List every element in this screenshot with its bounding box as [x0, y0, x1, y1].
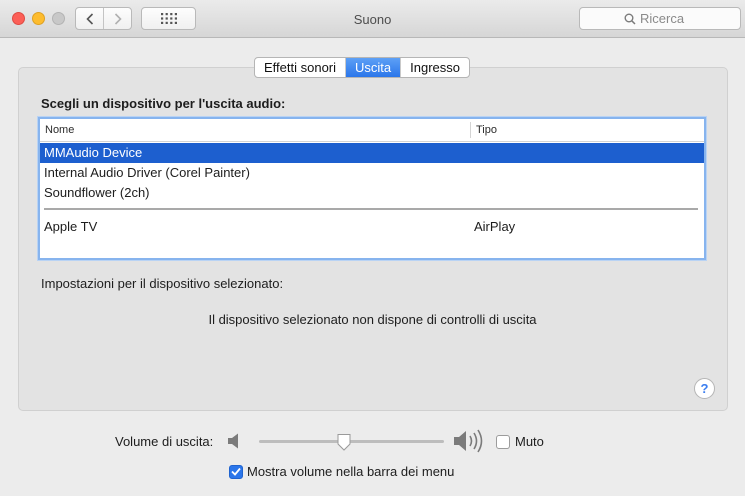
speaker-high-icon[interactable]	[453, 428, 487, 454]
tab-input[interactable]: Ingresso	[400, 58, 469, 77]
device-settings-label: Impostazioni per il dispositivo selezion…	[41, 276, 284, 291]
show-volume-checkbox-box[interactable]	[229, 464, 243, 479]
output-device-table[interactable]: Nome Tipo MMAudio Device Internal Audio …	[38, 117, 706, 260]
device-name: Soundflower (2ch)	[44, 185, 150, 200]
tab-sound-effects[interactable]: Effetti sonori	[255, 58, 345, 77]
table-row[interactable]: Internal Audio Driver (Corel Painter)	[40, 163, 704, 183]
volume-slider[interactable]	[259, 432, 444, 452]
table-row[interactable]: Soundflower (2ch)	[40, 183, 704, 203]
title-bar: Suono	[0, 0, 745, 38]
mute-checkbox[interactable]: Muto	[496, 434, 544, 449]
mute-checkbox-box[interactable]	[496, 434, 510, 449]
search-icon	[624, 13, 636, 25]
search-field[interactable]	[579, 7, 741, 30]
show-volume-in-menubar-checkbox[interactable]: Mostra volume nella barra dei menu	[229, 464, 454, 479]
device-type: AirPlay	[474, 219, 516, 234]
help-button[interactable]: ?	[694, 378, 715, 399]
table-header: Nome Tipo	[40, 119, 704, 142]
device-group-separator	[44, 208, 698, 210]
table-row[interactable]: MMAudio Device	[40, 143, 704, 163]
tab-output[interactable]: Uscita	[345, 58, 401, 77]
device-name: Internal Audio Driver (Corel Painter)	[44, 165, 250, 180]
column-header-type[interactable]: Tipo	[476, 124, 497, 136]
device-name: Apple TV	[44, 219, 98, 234]
tab-bar: Effetti sonori Uscita Ingresso	[254, 57, 471, 78]
mute-label: Muto	[515, 434, 544, 449]
checkmark-icon	[231, 467, 241, 476]
table-row[interactable]: Apple TV AirPlay	[40, 217, 704, 237]
column-divider	[470, 122, 471, 138]
device-name: MMAudio Device	[44, 145, 143, 160]
output-device-heading: Scegli un dispositivo per l'uscita audio…	[41, 96, 286, 111]
no-controls-message: Il dispositivo selezionato non dispone d…	[208, 312, 537, 327]
column-header-name[interactable]: Nome	[45, 124, 74, 136]
volume-slider-thumb[interactable]	[336, 433, 352, 451]
search-input[interactable]	[640, 11, 696, 26]
speaker-low-icon[interactable]	[227, 432, 243, 450]
show-volume-label: Mostra volume nella barra dei menu	[247, 464, 455, 479]
output-volume-label: Volume di uscita:	[115, 434, 214, 449]
